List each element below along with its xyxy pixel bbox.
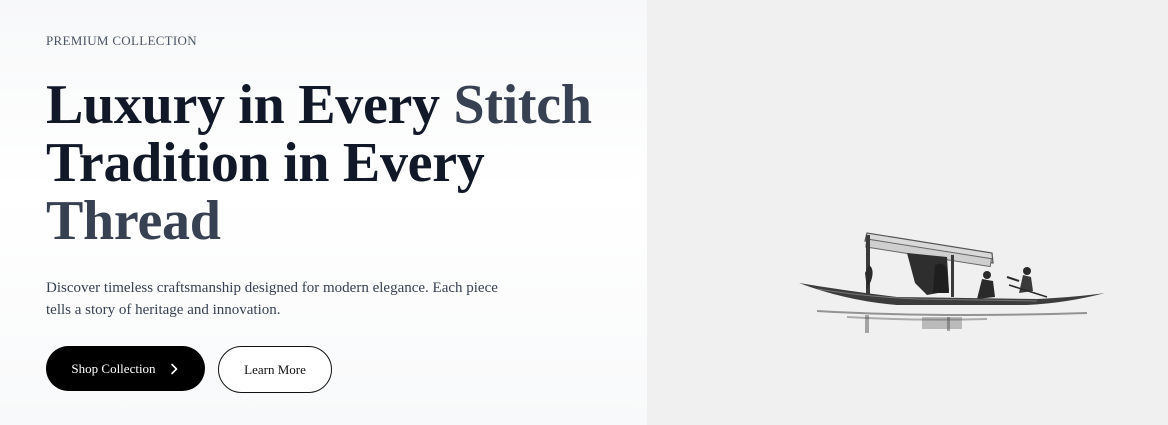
learn-more-button[interactable]: Learn More	[218, 346, 332, 393]
hero-media	[647, 0, 1168, 425]
hero-description: Discover timeless craftsmanship designed…	[46, 280, 498, 318]
headline-line1-main: Luxury in Every	[46, 74, 454, 136]
hero-content: PREMIUM COLLECTION Luxury in Every Stitc…	[0, 0, 647, 425]
shop-collection-button[interactable]: Shop Collection	[46, 346, 205, 391]
headline-line3-accent: Thread	[46, 190, 221, 252]
chevron-right-icon	[170, 363, 177, 374]
boat-image	[799, 232, 1105, 333]
headline-line1-accent: Stitch	[453, 74, 592, 136]
hero-headline: Luxury in Every Stitch Tradition in Ever…	[46, 76, 646, 250]
eyebrow-label: PREMIUM COLLECTION	[46, 33, 197, 48]
headline-line2-main: Tradition in Every	[46, 132, 485, 194]
learn-more-label: Learn More	[244, 361, 306, 377]
shop-collection-label: Shop Collection	[71, 360, 156, 376]
hero-section: PREMIUM COLLECTION Luxury in Every Stitc…	[0, 0, 1168, 425]
